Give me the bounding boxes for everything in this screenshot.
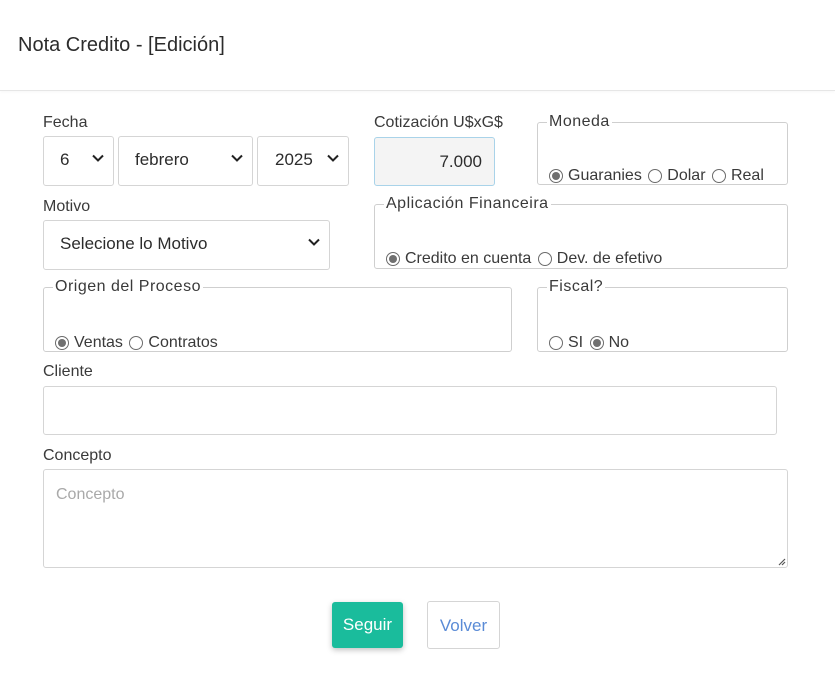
modal-header: Nota Credito - [Edición] — [0, 0, 835, 91]
chevron-down-icon — [92, 154, 104, 162]
cotizacion-input[interactable]: 7.000 — [374, 137, 495, 186]
moneda-legend: Moneda — [549, 113, 610, 130]
origen-group: Origen del Proceso Ventas Contratos — [43, 278, 512, 352]
day-select[interactable]: 6 — [43, 136, 114, 186]
radio-label: Contratos — [148, 334, 218, 351]
motivo-value: Selecione lo Motivo — [60, 234, 208, 253]
page-title: Nota Credito - [Edición] — [18, 34, 225, 56]
aplicacion-radio-devolucion[interactable]: Dev. de efetivo — [537, 250, 663, 268]
month-value: febrero — [135, 150, 189, 169]
motivo-select[interactable]: Selecione lo Motivo — [43, 220, 330, 270]
moneda-group: Moneda Guaranies Dolar Real — [537, 113, 788, 185]
motivo-label: Motivo — [43, 198, 91, 215]
seguir-button[interactable]: Seguir — [332, 602, 403, 648]
year-select[interactable]: 2025 — [257, 136, 349, 186]
radio-label: Guaranies — [568, 167, 642, 184]
radio-label: Dolar — [667, 167, 706, 184]
resize-grip-icon[interactable] — [776, 556, 786, 566]
concepto-textarea[interactable]: Concepto — [43, 469, 788, 568]
aplicacion-group: Aplicación Financeira Credito en cuenta … — [374, 195, 788, 269]
origen-radio-ventas[interactable]: Ventas — [55, 334, 123, 352]
fiscal-radio-si[interactable]: SI — [549, 334, 583, 352]
cotizacion-value: 7.000 — [439, 152, 482, 171]
radio-label: Credito en cuenta — [405, 250, 532, 267]
origen-radio-contratos[interactable]: Contratos — [129, 334, 218, 352]
radio-unchecked-icon — [129, 336, 144, 350]
radio-unchecked-icon — [537, 252, 552, 266]
moneda-radio-guaranies[interactable]: Guaranies — [549, 167, 642, 185]
fiscal-group: Fiscal? SI No — [537, 278, 788, 352]
radio-label: SI — [568, 334, 584, 351]
cotizacion-label: Cotización U$xG$ — [374, 114, 503, 131]
chevron-down-icon — [231, 154, 243, 162]
moneda-radio-dolar[interactable]: Dolar — [648, 167, 706, 185]
moneda-radio-real[interactable]: Real — [711, 167, 764, 185]
fecha-label: Fecha — [43, 114, 88, 131]
radio-unchecked-icon — [648, 169, 663, 183]
volver-button[interactable]: Volver — [427, 601, 500, 649]
chevron-down-icon — [327, 154, 339, 162]
day-value: 6 — [60, 150, 70, 169]
fiscal-legend: Fiscal? — [549, 278, 604, 295]
month-select[interactable]: febrero — [118, 136, 253, 186]
radio-label: No — [608, 334, 630, 351]
aplicacion-legend: Aplicación Financeira — [386, 195, 549, 212]
radio-unchecked-icon — [711, 169, 726, 183]
radio-unchecked-icon — [549, 336, 563, 350]
radio-label: Dev. de efetivo — [556, 250, 663, 267]
aplicacion-radio-credito[interactable]: Credito en cuenta — [386, 250, 531, 268]
radio-checked-icon — [386, 252, 400, 266]
concepto-label: Concepto — [43, 447, 112, 464]
year-value: 2025 — [275, 150, 313, 169]
cliente-label: Cliente — [43, 363, 93, 380]
radio-checked-icon — [55, 336, 69, 350]
cliente-input[interactable] — [43, 386, 777, 435]
chevron-down-icon — [308, 238, 320, 246]
radio-checked-icon — [549, 169, 563, 183]
origen-legend: Origen del Proceso — [55, 278, 201, 295]
concepto-placeholder: Concepto — [56, 486, 125, 503]
radio-label: Ventas — [74, 334, 123, 351]
radio-label: Real — [730, 167, 764, 184]
radio-checked-icon — [589, 336, 604, 350]
fiscal-radio-no[interactable]: No — [589, 334, 630, 352]
